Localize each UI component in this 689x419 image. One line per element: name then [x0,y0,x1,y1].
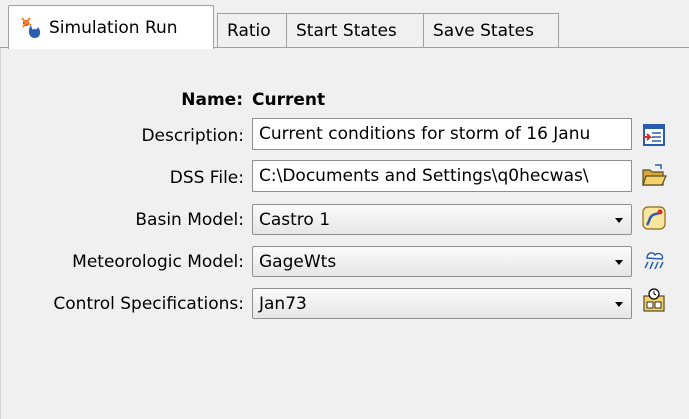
tab-bar: Simulation Run Ratio Start States Save S… [0,0,689,49]
dss-file-field[interactable]: C:\Documents and Settings\q0hecwas\ [252,160,632,192]
simulation-run-panel: Name: Current Description: Current condi… [0,48,689,419]
meteorologic-model-button[interactable] [641,247,667,273]
tab-ratio[interactable]: Ratio [217,13,287,47]
name-row: Name: Current [1,90,689,112]
chevron-down-icon [615,260,623,265]
description-label: Description: [141,126,244,146]
control-specifications-label: Control Specifications: [53,294,244,314]
tab-save-states[interactable]: Save States [423,13,559,47]
description-value: Current conditions for storm of 16 Janu [259,124,591,144]
tab-start-states-label: Start States [296,20,397,41]
tab-simulation-run-label: Simulation Run [49,17,178,38]
tab-simulation-run[interactable]: Simulation Run [8,5,214,49]
basin-model-icon [642,206,666,230]
meteorologic-model-value: GageWts [259,251,337,272]
basin-model-button[interactable] [641,205,667,231]
chevron-down-icon [615,302,623,307]
dss-file-label: DSS File: [169,168,244,188]
control-specifications-value: Jan73 [259,293,307,314]
tab-save-states-label: Save States [433,20,534,41]
description-editor-button[interactable] [641,122,667,148]
meteorologic-model-label: Meteorologic Model: [72,252,244,272]
name-label: Name: [181,90,243,110]
control-specifications-select[interactable]: Jan73 [252,288,632,319]
simulation-run-icon [19,16,43,40]
tab-start-states[interactable]: Start States [286,13,424,47]
tab-ratio-label: Ratio [227,20,271,41]
control-specifications-button[interactable] [641,287,667,313]
meteorologic-model-icon [644,252,664,270]
basin-model-label: Basin Model: [135,210,244,230]
meteorologic-model-select[interactable]: GageWts [252,246,632,277]
control-specifications-icon [643,288,665,312]
basin-model-select[interactable]: Castro 1 [252,204,632,235]
description-field[interactable]: Current conditions for storm of 16 Janu [252,118,632,150]
chevron-down-icon [615,218,623,223]
basin-model-value: Castro 1 [259,209,331,230]
description-editor-icon [643,124,665,146]
dss-file-browse-button[interactable] [641,163,667,189]
dss-file-value: C:\Documents and Settings\q0hecwas\ [259,166,589,186]
name-value: Current [252,90,326,110]
open-folder-icon [642,164,667,186]
